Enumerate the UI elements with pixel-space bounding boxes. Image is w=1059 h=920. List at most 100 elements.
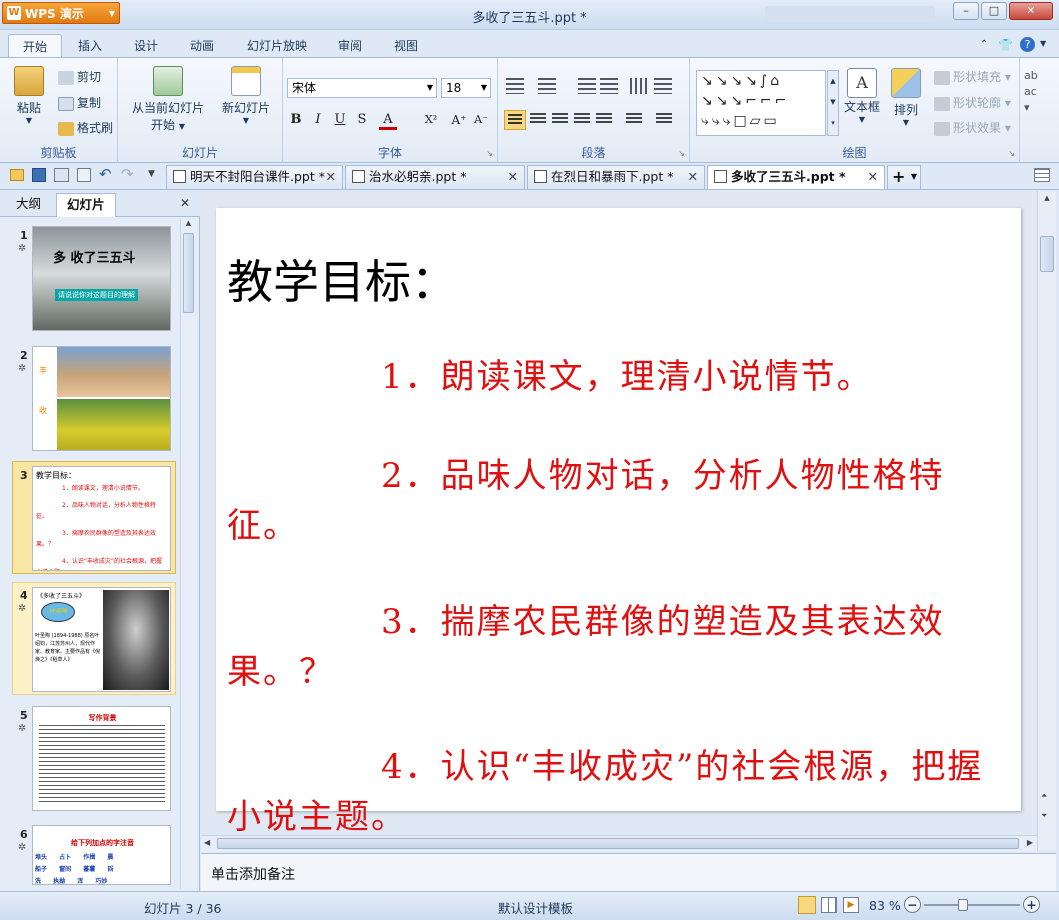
zoom-slider-thumb[interactable] (958, 899, 968, 911)
slide-thumbnail-3[interactable]: 教学目标： 1．朗读课文，理清小说情节。 2．品味人物对话，分析人物性格特征。 … (32, 466, 171, 571)
doc-tab-3[interactable]: 在烈日和暴雨下.ppt * ✕ (527, 165, 705, 189)
horizontal-scrollbar[interactable]: ◀ ▶ (201, 835, 1037, 852)
superscript-button[interactable]: X² (419, 110, 443, 130)
normal-view-icon[interactable] (798, 896, 816, 914)
tab-slides[interactable]: 幻灯片 (56, 193, 116, 217)
slide-thumbnail-4[interactable]: 《多收了三五斗》 叶圣陶 叶圣陶 (1894-1988) 原名叶绍钧，江苏苏州人… (32, 587, 171, 692)
font-color-button[interactable]: A (379, 110, 397, 130)
bullets-icon[interactable] (506, 78, 524, 94)
shrink-font-button[interactable]: A⁻ (471, 110, 491, 130)
numbering-icon[interactable] (538, 78, 556, 94)
skin-icon[interactable]: 👕 (998, 38, 1013, 52)
tab-review[interactable]: 审阅 (324, 34, 376, 58)
scroll-thumb[interactable] (183, 233, 194, 313)
close-panel-icon[interactable]: ✕ (180, 196, 190, 210)
slide-thumbnail-6[interactable]: 给下列加点的字注音 埠头 占卜 作揖 晨 船子 窗间 蕃薯 舀 洗 执拗 浑 巧… (32, 825, 171, 885)
distribute-icon[interactable] (596, 113, 612, 125)
scroll-up-icon[interactable]: ▲ (1038, 194, 1056, 202)
print-preview-icon[interactable] (77, 168, 91, 182)
new-tab-button[interactable]: + ▼ (887, 165, 921, 189)
slide-thumbnail-5[interactable]: 写作背景 (32, 706, 171, 811)
shapes-gallery[interactable]: ↘↘↘↘∫⌂ ↘↘↘⌐⌐⌐ ⤷⤷⤷□▱▭ (696, 70, 826, 136)
next-slide-icon[interactable]: ⏷ (1041, 811, 1047, 821)
scroll-up-icon[interactable]: ▲ (181, 219, 196, 227)
slide-title[interactable]: 教学目标： (227, 246, 457, 312)
more-styles-icon[interactable]: ab ac ▾ (1024, 68, 1038, 116)
prev-slide-icon[interactable]: ⏶ (1041, 791, 1047, 801)
cut-button[interactable]: 剪切 (58, 68, 101, 85)
play-from-current-button[interactable]: 从当前幻灯片 开始 ▼ (128, 66, 208, 133)
restore-button[interactable]: □ (981, 2, 1007, 20)
close-tab-icon[interactable]: ✕ (326, 166, 336, 188)
vertical-scrollbar[interactable]: ▲ ⏶ ⏷ (1037, 191, 1056, 851)
tab-slideshow[interactable]: 幻灯片放映 (233, 34, 321, 58)
undo-icon[interactable]: ↶ (99, 165, 112, 183)
align-center-icon[interactable] (530, 113, 546, 125)
doc-tab-1[interactable]: 明天不封阳台课件.ppt * ✕ (166, 165, 343, 189)
minimize-button[interactable]: – (953, 2, 979, 20)
justify-icon[interactable] (574, 113, 590, 125)
zoom-slider-track[interactable] (924, 904, 1020, 906)
shape-fill-button[interactable]: 形状填充 ▾ (934, 68, 1011, 85)
close-tab-icon[interactable]: ✕ (508, 166, 518, 188)
open-folder-icon[interactable] (10, 169, 24, 181)
tab-view[interactable]: 视图 (380, 34, 432, 58)
arrange-button[interactable]: 排列 ▼ (888, 68, 924, 127)
close-tab-icon[interactable]: ✕ (688, 166, 698, 188)
slideshow-view-icon[interactable]: ▶ (843, 897, 859, 913)
tab-animation[interactable]: 动画 (176, 34, 228, 58)
copy-button[interactable]: 复制 (58, 94, 101, 111)
slide-objective-4[interactable]: 4．认识“丰收成灾”的社会根源，把握小说主题。 (227, 742, 997, 842)
tab-list-icon[interactable] (1034, 168, 1050, 182)
tab-insert[interactable]: 插入 (64, 34, 116, 58)
slide-thumbnail-2[interactable]: 丰 收 (32, 346, 171, 451)
dialog-launcher-icon[interactable]: ↘ (486, 149, 493, 158)
paste-button[interactable]: 粘贴 ▼ (14, 66, 44, 125)
gallery-scroll[interactable]: ▲ ▼ ▾ (827, 70, 839, 136)
customize-toolbar-icon[interactable]: ▼ (148, 169, 155, 179)
new-slide-button[interactable]: 新幻灯片 ▼ (216, 66, 276, 125)
increase-indent-icon[interactable] (600, 78, 618, 94)
format-painter-button[interactable]: 格式刷 (58, 119, 113, 136)
decrease-indent-icon[interactable] (578, 78, 596, 94)
zoom-out-button[interactable]: − (904, 896, 921, 913)
align-left-button[interactable] (504, 110, 526, 130)
scroll-thumb[interactable] (1040, 236, 1054, 272)
close-button[interactable]: ✕ (1009, 2, 1053, 20)
grow-font-button[interactable]: A⁺ (449, 110, 469, 130)
tab-design[interactable]: 设计 (120, 34, 172, 58)
save-icon[interactable] (32, 168, 46, 182)
shape-outline-button[interactable]: 形状轮廓 ▾ (934, 94, 1011, 111)
close-tab-icon[interactable]: ✕ (868, 166, 878, 188)
text-direction-icon[interactable] (630, 78, 648, 94)
slide-thumbnail-1[interactable]: 多 收了三五斗 请说说你对这题目的理解 (32, 226, 171, 331)
align-text-icon[interactable] (654, 78, 672, 94)
columns-icon[interactable] (656, 113, 672, 125)
textbox-button[interactable]: A 文本框 ▼ (842, 68, 882, 124)
dialog-launcher-icon[interactable]: ↘ (678, 149, 685, 158)
align-right-icon[interactable] (552, 113, 568, 125)
tab-outline[interactable]: 大纲 (6, 193, 51, 217)
scroll-right-icon[interactable]: ▶ (1027, 838, 1033, 847)
slide-objective-1[interactable]: 1．朗读课文，理清小说情节。 (227, 352, 997, 402)
italic-button[interactable]: I (309, 110, 327, 130)
print-icon[interactable] (54, 168, 69, 182)
zoom-in-button[interactable]: + (1023, 896, 1040, 913)
underline-button[interactable]: U (331, 110, 349, 130)
scroll-left-icon[interactable]: ◀ (204, 838, 210, 847)
shape-effect-button[interactable]: 形状效果 ▾ (934, 119, 1011, 136)
doc-tab-2[interactable]: 治水必躬亲.ppt * ✕ (345, 165, 525, 189)
notes-pane[interactable]: 单击添加备注 (201, 853, 1056, 891)
dialog-launcher-icon[interactable]: ↘ (1008, 149, 1015, 158)
redo-icon[interactable]: ↷ (121, 165, 134, 183)
chevron-up-icon[interactable]: ⌃ (980, 39, 988, 50)
line-spacing-icon[interactable] (626, 113, 642, 125)
bold-button[interactable]: B (287, 110, 305, 130)
tab-home[interactable]: 开始 (8, 34, 63, 58)
help-icon[interactable]: ? (1020, 37, 1035, 52)
doc-tab-4-active[interactable]: 多收了三五斗.ppt * ✕ (707, 165, 885, 189)
shadow-button[interactable]: S (353, 110, 371, 130)
slide-objective-2[interactable]: 2．品味人物对话，分析人物性格特征。 (227, 451, 997, 551)
font-size-select[interactable]: 18 ▼ (441, 78, 491, 98)
thumbs-scrollbar[interactable]: ▲ (180, 219, 196, 889)
